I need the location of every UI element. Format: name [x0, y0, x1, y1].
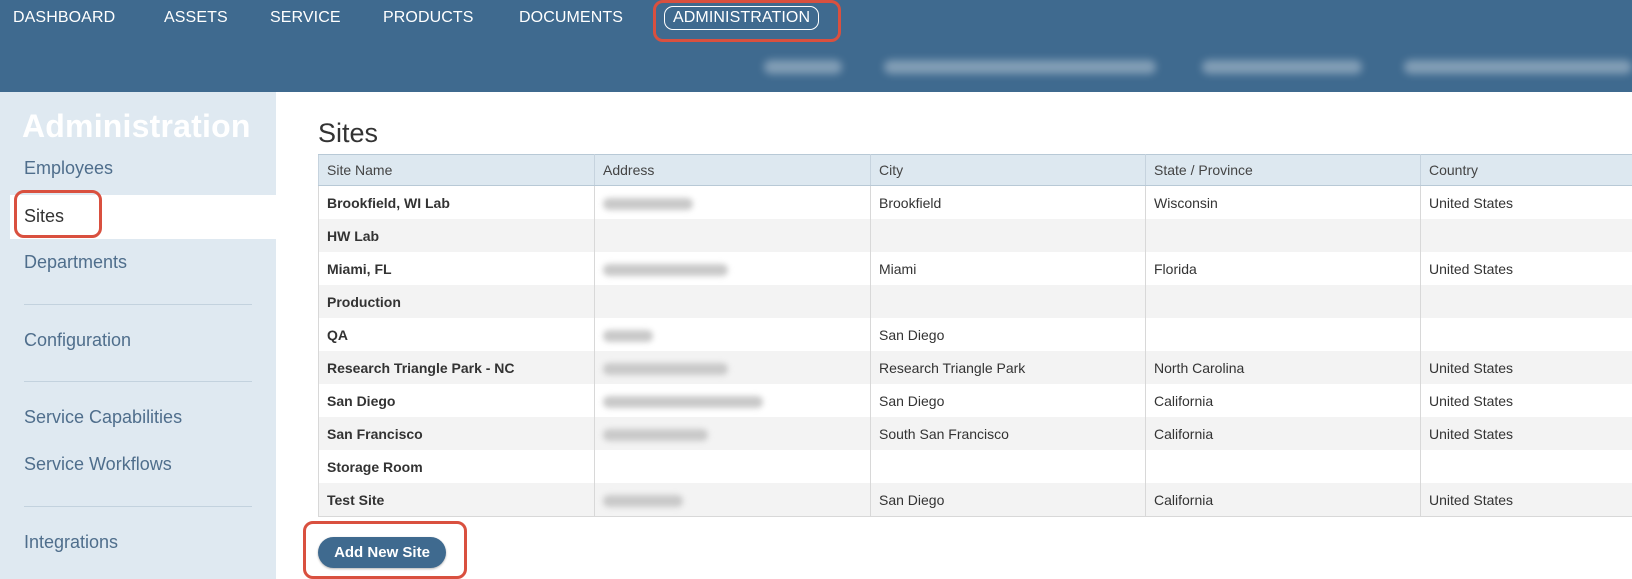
state-cell — [1145, 219, 1421, 252]
sites-table: Site Name Address City State / Province … — [318, 154, 1632, 517]
address-cell — [594, 483, 871, 517]
address-cell — [594, 318, 871, 351]
redacted-header-link[interactable] — [764, 60, 842, 74]
nav-products[interactable]: PRODUCTS — [383, 9, 474, 27]
address-cell — [594, 417, 871, 450]
table-header-row: Site Name Address City State / Province … — [318, 154, 1632, 186]
address-cell — [594, 185, 871, 219]
address-cell — [594, 252, 871, 285]
redacted-address — [603, 263, 728, 276]
redacted-address — [603, 329, 653, 342]
state-cell — [1145, 318, 1421, 351]
site-name-link[interactable]: Test Site — [318, 483, 595, 517]
city-cell: South San Francisco — [870, 417, 1146, 450]
table-row[interactable]: Storage Room — [318, 450, 1632, 483]
redacted-address — [603, 428, 708, 441]
sidebar: Administration Employees Sites Departmen… — [0, 92, 276, 579]
table-row[interactable]: San Francisco South San Francisco Californ… — [318, 417, 1632, 450]
column-header-city[interactable]: City — [870, 154, 1146, 186]
country-cell — [1420, 318, 1632, 351]
sidebar-divider — [24, 304, 252, 305]
country-cell — [1420, 450, 1632, 483]
column-header-site-name[interactable]: Site Name — [318, 154, 595, 186]
address-cell — [594, 219, 871, 252]
sidebar-title: Administration — [22, 108, 251, 144]
table-row[interactable]: Miami, FL Miami Florida United States — [318, 252, 1632, 285]
site-name-link[interactable]: QA — [318, 318, 595, 351]
city-cell: Miami — [870, 252, 1146, 285]
city-cell — [870, 285, 1146, 318]
state-cell — [1145, 285, 1421, 318]
site-name-link[interactable]: HW Lab — [318, 219, 595, 252]
site-name-link[interactable]: Research Triangle Park - NC — [318, 351, 595, 384]
table-row[interactable]: Production — [318, 285, 1632, 318]
city-cell: Brookfield — [870, 185, 1146, 219]
redacted-address — [603, 494, 683, 507]
site-name-link[interactable]: San Francisco — [318, 417, 595, 450]
sidebar-item-configuration[interactable]: Configuration — [24, 330, 131, 351]
sidebar-item-sites[interactable]: Sites — [24, 206, 64, 227]
nav-assets[interactable]: ASSETS — [164, 9, 228, 27]
country-cell: United States — [1420, 483, 1632, 517]
sidebar-item-service-workflows[interactable]: Service Workflows — [24, 454, 172, 475]
state-cell — [1145, 450, 1421, 483]
sidebar-item-service-capabilities[interactable]: Service Capabilities — [24, 407, 182, 428]
state-cell: California — [1145, 384, 1421, 417]
city-cell: San Diego — [870, 483, 1146, 517]
city-cell — [870, 450, 1146, 483]
country-cell — [1420, 219, 1632, 252]
nav-service[interactable]: SERVICE — [270, 9, 341, 27]
add-new-site-button[interactable]: Add New Site — [318, 537, 446, 568]
redacted-header-link[interactable] — [884, 60, 1156, 74]
country-cell — [1420, 285, 1632, 318]
site-name-link[interactable]: Storage Room — [318, 450, 595, 483]
redacted-address — [603, 395, 763, 408]
site-name-link[interactable]: San Diego — [318, 384, 595, 417]
nav-administration[interactable]: ADMINISTRATION — [664, 6, 820, 30]
page-title: Sites — [318, 118, 379, 148]
table-row[interactable]: Research Triangle Park - NC Research Tria… — [318, 351, 1632, 384]
column-header-address[interactable]: Address — [594, 154, 871, 186]
country-cell: United States — [1420, 384, 1632, 417]
redacted-address — [603, 362, 728, 375]
table-row[interactable]: QA San Diego — [318, 318, 1632, 351]
city-cell — [870, 219, 1146, 252]
top-nav-bar: DASHBOARD ASSETS SERVICE PRODUCTS DOCUME… — [0, 0, 1632, 92]
city-cell: San Diego — [870, 384, 1146, 417]
sidebar-divider — [24, 381, 252, 382]
nav-dashboard[interactable]: DASHBOARD — [13, 9, 115, 27]
nav-documents[interactable]: DOCUMENTS — [519, 9, 623, 27]
address-cell — [594, 351, 871, 384]
city-cell: Research Triangle Park — [870, 351, 1146, 384]
country-cell: United States — [1420, 351, 1632, 384]
redacted-header-link[interactable] — [1202, 60, 1362, 74]
state-cell: Wisconsin — [1145, 185, 1421, 219]
site-name-link[interactable]: Miami, FL — [318, 252, 595, 285]
table-row[interactable]: San Diego San Diego California United State… — [318, 384, 1632, 417]
state-cell: North Carolina — [1145, 351, 1421, 384]
country-cell: United States — [1420, 185, 1632, 219]
redacted-header-link[interactable] — [1404, 60, 1632, 74]
address-cell — [594, 450, 871, 483]
site-name-link[interactable]: Brookfield, WI Lab — [318, 185, 595, 219]
country-cell: United States — [1420, 252, 1632, 285]
table-row[interactable]: Brookfield, WI Lab Brookfield Wisconsin Uni… — [318, 185, 1632, 219]
sidebar-item-integrations[interactable]: Integrations — [24, 532, 118, 553]
address-cell — [594, 285, 871, 318]
sidebar-item-employees[interactable]: Employees — [24, 158, 113, 179]
city-cell: San Diego — [870, 318, 1146, 351]
sidebar-item-departments[interactable]: Departments — [24, 252, 127, 273]
redacted-address — [603, 197, 693, 210]
column-header-country[interactable]: Country — [1420, 154, 1632, 186]
site-name-link[interactable]: Production — [318, 285, 595, 318]
state-cell: California — [1145, 483, 1421, 517]
table-row[interactable]: HW Lab — [318, 219, 1632, 252]
column-header-state[interactable]: State / Province — [1145, 154, 1421, 186]
sidebar-divider — [24, 506, 252, 507]
state-cell: California — [1145, 417, 1421, 450]
address-cell — [594, 384, 871, 417]
state-cell: Florida — [1145, 252, 1421, 285]
table-row[interactable]: Test Site San Diego California United State… — [318, 483, 1632, 517]
country-cell: United States — [1420, 417, 1632, 450]
